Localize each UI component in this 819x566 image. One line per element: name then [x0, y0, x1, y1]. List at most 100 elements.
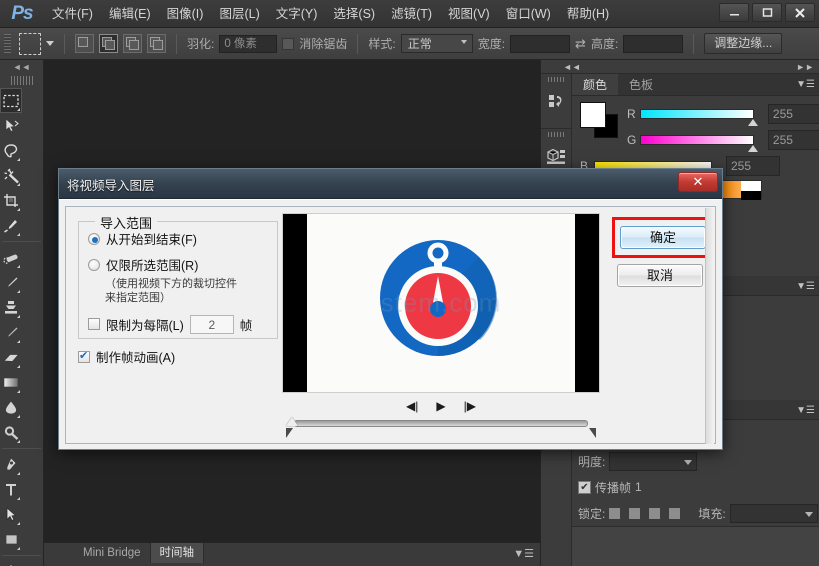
limit-every-input[interactable]: 2	[189, 314, 234, 334]
selection-mode-intersect[interactable]	[147, 34, 166, 53]
panel-menu-icon[interactable]: ▼☰	[796, 79, 815, 90]
height-input[interactable]	[623, 34, 684, 53]
history-panel-icon[interactable]	[541, 74, 571, 129]
eraser-tool[interactable]	[0, 345, 22, 370]
make-frame-animation-row[interactable]: 制作帧动画(A)	[78, 347, 175, 366]
magic-wand-tool[interactable]	[0, 163, 22, 188]
scrubber[interactable]	[282, 417, 600, 427]
channel-value-b[interactable]: 255	[726, 156, 780, 176]
width-input[interactable]	[510, 34, 571, 53]
toolbar-collapse-button[interactable]: ◄◄	[0, 60, 43, 74]
menu-window[interactable]: 窗口(W)	[498, 0, 559, 28]
color-panel-swatches[interactable]	[580, 102, 620, 138]
pen-tool[interactable]	[0, 452, 22, 477]
type-tool[interactable]	[0, 477, 22, 502]
selection-mode-add[interactable]	[99, 34, 118, 53]
menu-view[interactable]: 视图(V)	[440, 0, 498, 28]
clone-stamp-tool[interactable]	[0, 295, 22, 320]
expand-right-icon[interactable]: ►►	[796, 62, 814, 72]
spot-healing-brush-tool[interactable]	[0, 245, 22, 270]
channel-slider-g[interactable]	[640, 135, 758, 152]
menu-select[interactable]: 选择(S)	[325, 0, 383, 28]
tab-mini-bridge[interactable]: Mini Bridge	[74, 543, 151, 563]
selection-mode-subtract[interactable]	[123, 34, 142, 53]
tab-color[interactable]: 颜色	[572, 74, 619, 95]
eyedropper-tool[interactable]	[0, 213, 22, 238]
refine-edge-button[interactable]: 调整边缘...	[704, 33, 783, 54]
maximize-button[interactable]	[752, 3, 782, 22]
rectangle-tool[interactable]	[0, 527, 22, 552]
minimize-button[interactable]	[719, 3, 749, 22]
radio-button-icon[interactable]	[88, 258, 100, 271]
propagate-frames-checkbox[interactable]: ✔	[578, 480, 591, 494]
foreground-color-swatch[interactable]	[580, 102, 606, 128]
lock-image-icon[interactable]	[629, 507, 641, 519]
collapse-left-icon[interactable]: ◄◄	[563, 62, 581, 72]
rectangular-marquee-tool[interactable]	[0, 88, 22, 113]
dodge-tool[interactable]	[0, 420, 22, 445]
rail-grip[interactable]	[548, 132, 565, 137]
channel-value-g[interactable]: 255	[767, 130, 819, 150]
menu-edit[interactable]: 编辑(E)	[101, 0, 159, 28]
feather-input[interactable]: 0 像素	[219, 34, 278, 53]
tool-preset-chevron-down-icon[interactable]	[46, 41, 54, 46]
channel-value-r[interactable]: 255	[767, 104, 819, 124]
scrubber-thumb[interactable]	[286, 417, 298, 426]
limit-every-checkbox[interactable]	[88, 318, 100, 330]
menu-image[interactable]: 图像(I)	[159, 0, 212, 28]
lock-position-icon[interactable]	[649, 507, 661, 519]
lock-all-icon[interactable]	[669, 507, 681, 519]
tab-swatches[interactable]: 色板	[618, 74, 665, 95]
dialog-close-button[interactable]: ✕	[678, 172, 718, 192]
cancel-button[interactable]: 取消	[617, 264, 703, 287]
blur-tool[interactable]	[0, 395, 22, 420]
crop-tool[interactable]	[0, 188, 22, 213]
panel-menu-icon[interactable]: ▼☰	[513, 547, 534, 560]
close-button[interactable]	[785, 3, 815, 22]
hand-tool[interactable]	[0, 559, 22, 566]
play-button[interactable]: ▶	[436, 399, 445, 413]
lock-transparency-icon[interactable]	[609, 507, 621, 519]
panel-menu-icon[interactable]: ▼☰	[796, 281, 815, 292]
path-selection-tool[interactable]	[0, 502, 22, 527]
radio-button-selected-icon[interactable]	[88, 232, 100, 245]
ok-button[interactable]: 确定	[620, 226, 706, 249]
antialias-checkbox[interactable]	[282, 37, 295, 50]
radio-selected-range-only[interactable]: 仅限所选范围(R)	[79, 248, 277, 274]
move-tool[interactable]	[0, 113, 22, 138]
channel-slider-thumb[interactable]	[747, 119, 758, 126]
menu-help[interactable]: 帮助(H)	[559, 0, 617, 28]
selection-mode-new[interactable]	[75, 34, 94, 53]
trim-end-handle[interactable]	[589, 428, 596, 438]
opacity-input[interactable]	[609, 451, 698, 471]
next-frame-button[interactable]: |▶	[464, 399, 476, 413]
trim-start-handle[interactable]	[286, 428, 293, 438]
rectangular-marquee-icon[interactable]	[19, 32, 41, 55]
scrubber-track[interactable]	[294, 420, 588, 427]
make-frame-animation-checkbox[interactable]	[78, 349, 90, 363]
rail-grip[interactable]	[548, 77, 565, 82]
lasso-tool[interactable]	[0, 138, 22, 163]
channel-slider-thumb[interactable]	[747, 145, 758, 152]
style-select[interactable]: 正常	[400, 34, 473, 53]
swap-arrows-icon[interactable]: ⇄	[575, 36, 586, 52]
options-bar-grip[interactable]	[4, 33, 11, 54]
history-brush-tool[interactable]	[0, 320, 22, 345]
fill-input[interactable]	[729, 503, 818, 523]
spectrum-bw-swatches[interactable]	[741, 181, 761, 200]
tab-timeline[interactable]: 时间轴	[150, 543, 205, 563]
toolbar-grip[interactable]	[10, 76, 33, 85]
panel-menu-icon[interactable]: ▼☰	[796, 405, 815, 416]
menu-type[interactable]: 文字(Y)	[268, 0, 326, 28]
limit-every-row[interactable]: 限制为每隔(L) 2 帧	[79, 306, 277, 334]
dialog-scrollbar[interactable]	[705, 208, 714, 444]
layers-list[interactable]	[572, 526, 819, 566]
menu-layer[interactable]: 图层(L)	[211, 0, 267, 28]
channel-slider-r[interactable]	[640, 109, 758, 126]
dialog-title-bar[interactable]: 将视频导入图层 ✕	[59, 169, 722, 199]
gradient-tool[interactable]	[0, 370, 22, 395]
menu-filter[interactable]: 滤镜(T)	[383, 0, 440, 28]
brush-tool[interactable]	[0, 270, 22, 295]
previous-frame-button[interactable]: ◀|	[406, 399, 418, 413]
menu-file[interactable]: 文件(F)	[44, 0, 101, 28]
